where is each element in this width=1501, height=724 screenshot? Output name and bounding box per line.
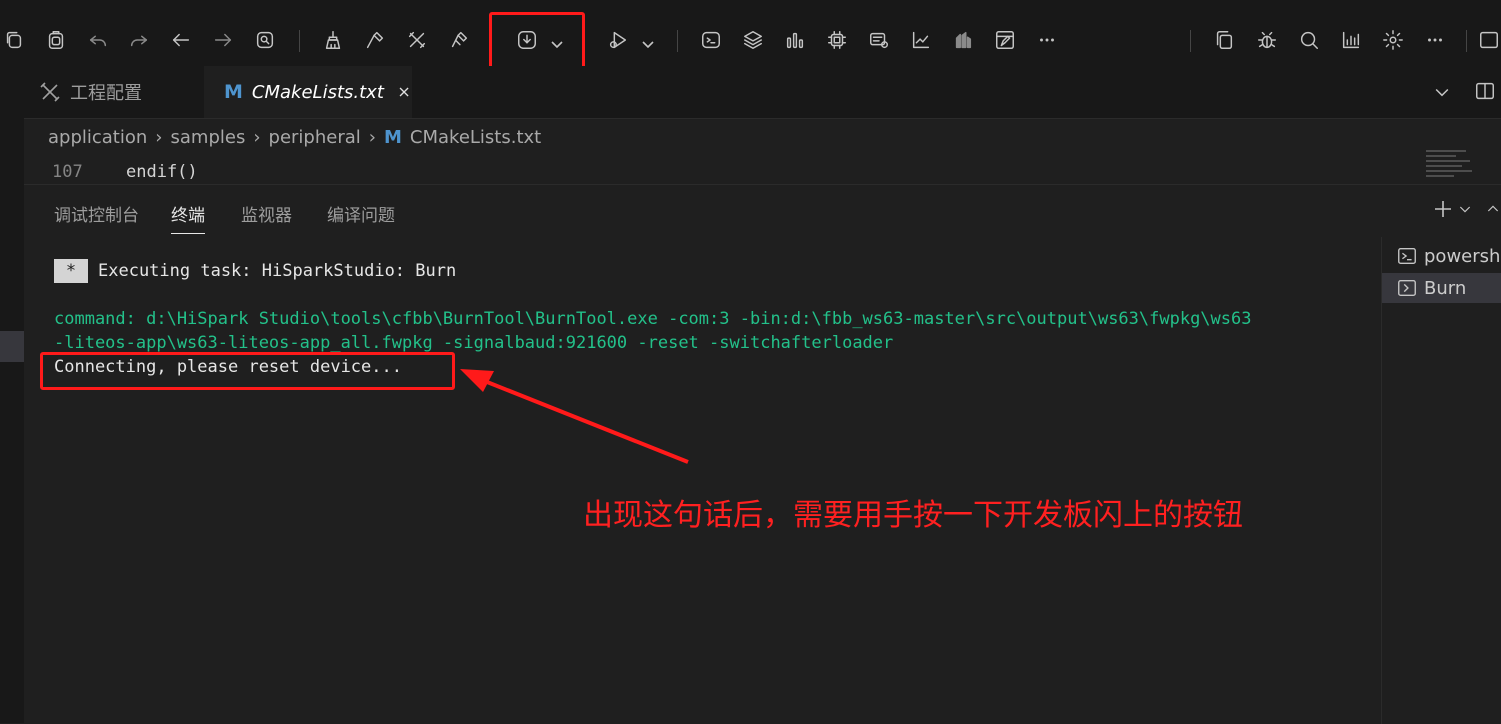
chevron-right-icon: › xyxy=(368,126,376,148)
trend-icon[interactable] xyxy=(907,26,935,54)
tab-project-config[interactable]: 工程配置 xyxy=(24,66,204,118)
split-editor-icon[interactable] xyxy=(1474,80,1496,102)
chip-icon[interactable] xyxy=(823,26,851,54)
stats-icon[interactable] xyxy=(1337,26,1365,54)
tab-debug-console[interactable]: 调试控制台 xyxy=(54,201,139,233)
redo-icon[interactable] xyxy=(125,26,153,54)
breadcrumb: application › samples › peripheral › M C… xyxy=(48,124,541,150)
command-line: command: d:\HiSpark Studio\tools\cfbb\Bu… xyxy=(54,309,1252,329)
editor-code-line[interactable]: 107 endif() xyxy=(24,160,1424,184)
terminal-list: powershell Burn xyxy=(1381,237,1501,724)
activity-bar-active-item xyxy=(0,331,24,362)
chevron-right-icon: › xyxy=(155,126,163,148)
tab-terminal[interactable]: 终端 xyxy=(171,201,205,234)
task-badge: * xyxy=(54,259,88,283)
close-icon[interactable] xyxy=(396,82,412,102)
main-toolbar xyxy=(0,14,1501,66)
tab-label: CMakeLists.txt xyxy=(251,81,384,103)
tab-build-problems[interactable]: 编译问题 xyxy=(327,201,395,233)
toolbar-separator xyxy=(299,30,300,52)
menu-bar xyxy=(0,0,1501,14)
breadcrumb-item[interactable]: CMakeLists.txt xyxy=(410,127,541,148)
editor-icon[interactable] xyxy=(991,26,1019,54)
minimap[interactable] xyxy=(1426,150,1478,184)
more-icon[interactable] xyxy=(1033,26,1061,54)
panel-actions xyxy=(1431,197,1501,221)
task-line: * Executing task: HiSparkStudio: Burn xyxy=(54,259,1251,283)
build-icon[interactable] xyxy=(361,26,389,54)
cmake-file-icon: M xyxy=(383,126,402,148)
bug-icon[interactable] xyxy=(1253,26,1281,54)
debug-run-icon[interactable] xyxy=(604,26,632,54)
debug-dropdown-chevron-icon[interactable] xyxy=(641,36,655,50)
copy-icon[interactable] xyxy=(0,26,28,54)
undo-icon[interactable] xyxy=(84,26,112,54)
build-all-icon[interactable] xyxy=(445,26,473,54)
breadcrumb-item[interactable]: samples xyxy=(171,127,246,148)
line-number: 107 xyxy=(52,162,83,182)
activity-bar xyxy=(0,66,24,723)
find-in-files-icon[interactable] xyxy=(251,26,279,54)
clean-icon[interactable] xyxy=(319,26,347,54)
rebuild-icon[interactable] xyxy=(403,26,431,54)
code-text: endif() xyxy=(126,162,198,182)
gear-icon[interactable] xyxy=(1379,26,1407,54)
editor-tab-bar: 工程配置 M CMakeLists.txt xyxy=(24,66,1501,119)
tools-icon xyxy=(40,82,60,102)
forward-arrow-icon[interactable] xyxy=(209,26,237,54)
back-arrow-icon[interactable] xyxy=(167,26,195,54)
toolbar-separator xyxy=(1466,30,1467,52)
tab-monitor[interactable]: 监视器 xyxy=(241,201,292,233)
terminal-icon[interactable] xyxy=(697,26,725,54)
chevron-down-icon[interactable] xyxy=(1457,201,1473,217)
chevron-right-icon: › xyxy=(253,126,261,148)
toolbar-separator xyxy=(677,30,678,52)
panel-icon[interactable] xyxy=(1478,26,1500,54)
burn-button-highlight xyxy=(489,12,585,73)
memory-icon[interactable] xyxy=(949,26,977,54)
paste-icon[interactable] xyxy=(42,26,70,54)
terminal-icon xyxy=(1398,279,1416,297)
chart-bars-icon[interactable] xyxy=(781,26,809,54)
tab-label: 工程配置 xyxy=(70,83,142,104)
cmake-file-icon: M xyxy=(224,81,243,103)
tab-cmakelists[interactable]: M CMakeLists.txt xyxy=(204,66,412,118)
chevron-up-icon[interactable] xyxy=(1485,201,1501,217)
breadcrumb-item[interactable]: application xyxy=(48,127,147,148)
stack-icon[interactable] xyxy=(739,26,767,54)
search-icon[interactable] xyxy=(1295,26,1323,54)
toolbar-separator xyxy=(1190,30,1191,52)
duplicate-icon[interactable] xyxy=(1210,26,1238,54)
status-line-highlight xyxy=(40,352,455,390)
add-terminal-icon[interactable] xyxy=(1431,197,1455,221)
chevron-down-icon[interactable] xyxy=(1432,82,1452,102)
terminal-icon xyxy=(1398,247,1416,265)
device-config-icon[interactable] xyxy=(865,26,893,54)
breadcrumb-item[interactable]: peripheral xyxy=(269,127,361,148)
annotation-text: 出现这句话后，需要用手按一下开发板闪上的按钮 xyxy=(583,498,1243,533)
bottom-panel: 调试控制台 终端 监视器 编译问题 * Executing task: HiSpa… xyxy=(24,184,1501,724)
terminal-item-powershell[interactable]: powershell xyxy=(1382,241,1501,271)
more-icon[interactable] xyxy=(1421,26,1449,54)
terminal-item-burn[interactable]: Burn xyxy=(1382,273,1501,303)
